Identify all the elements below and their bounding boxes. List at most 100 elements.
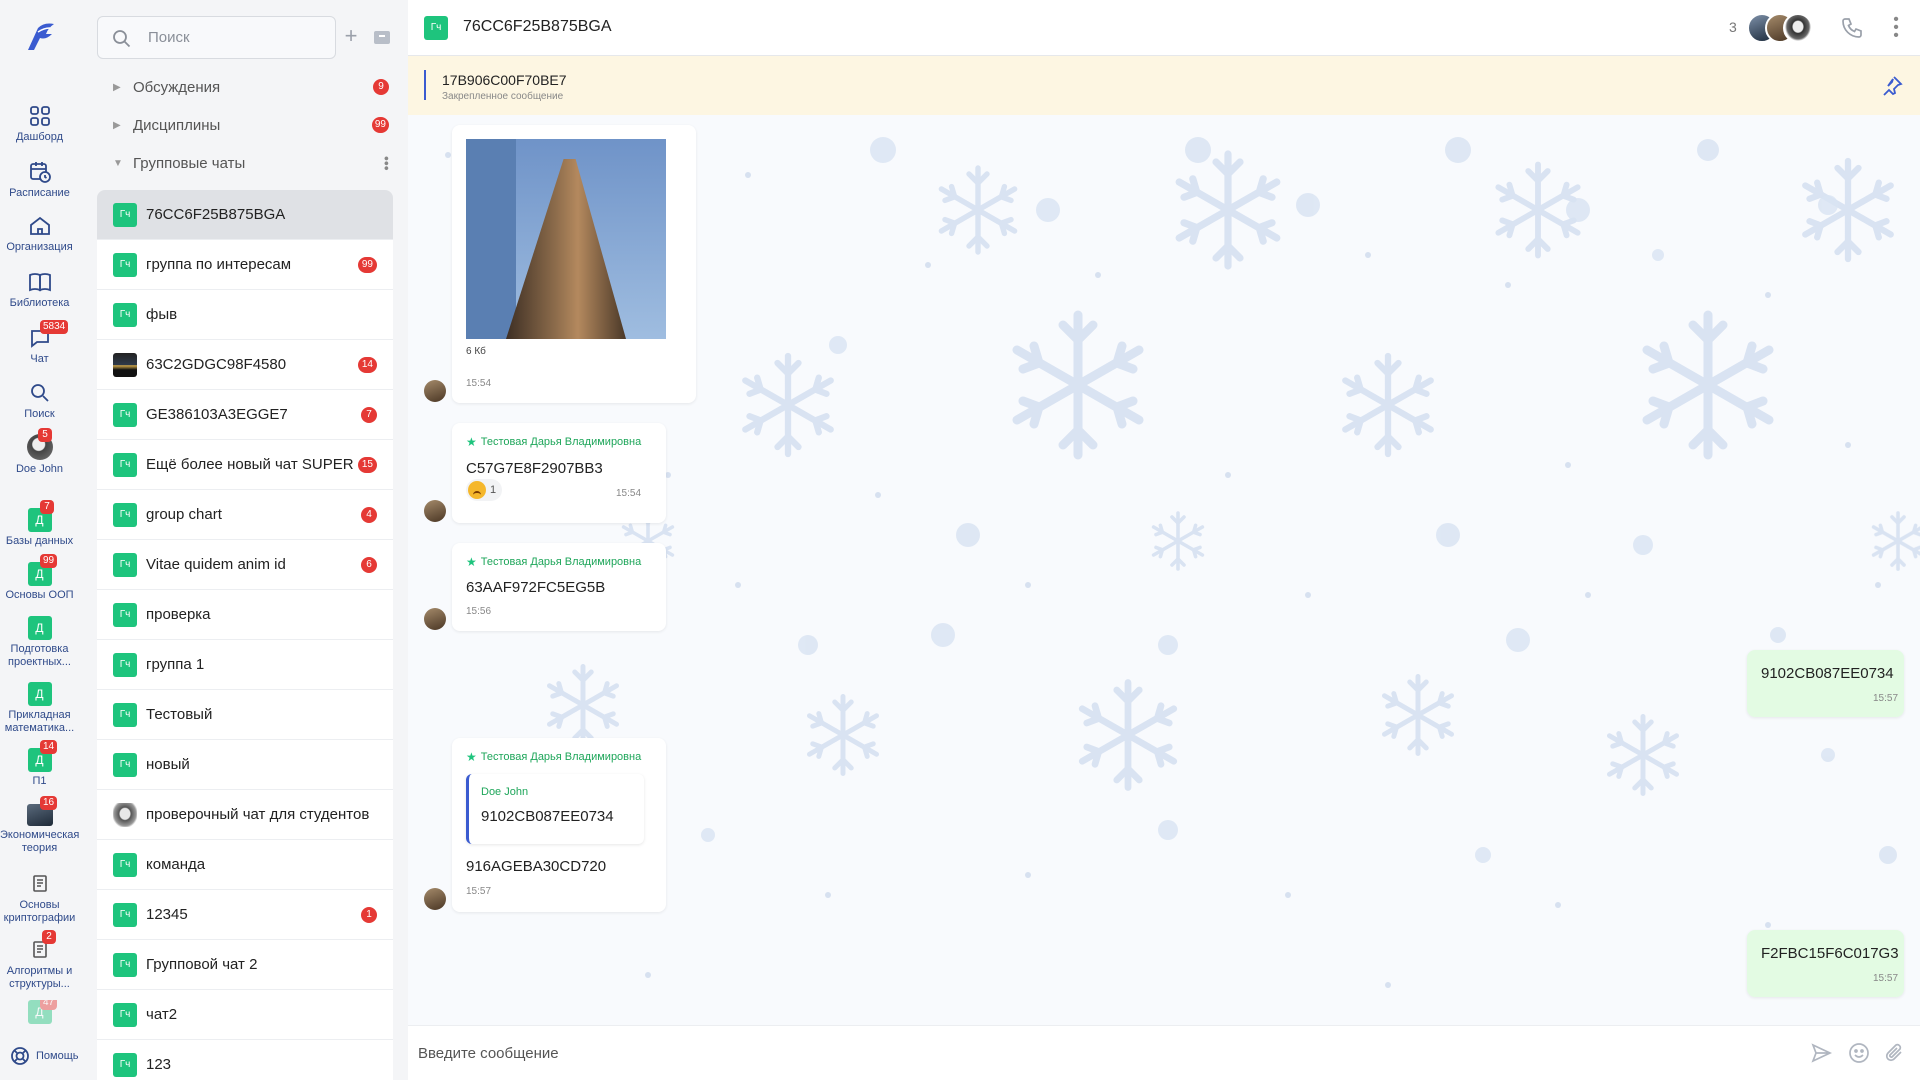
chat-row[interactable]: Гч Ещё более новый чат SUPER 15 (97, 440, 393, 490)
chat-row[interactable]: Гч Vitae quidem anim id 6 (97, 540, 393, 590)
rail-course-applied-math[interactable]: Д Прикладная математика... (0, 682, 79, 735)
message-sender[interactable]: ★ Тестовая Дарья Владимировна (466, 750, 641, 764)
chat-row[interactable]: 63C2GDGC98F4580 14 (97, 340, 393, 390)
app-logo[interactable] (24, 20, 58, 54)
emoji-icon[interactable] (1848, 1042, 1870, 1064)
chat-name: 76CC6F25B875BGA (146, 206, 286, 223)
chat-name: 63C2GDGC98F4580 (146, 356, 287, 373)
rail-label: Базы данных (5, 535, 74, 547)
member-avatar[interactable] (1783, 13, 1813, 43)
group-label: Обсуждения (133, 78, 221, 96)
chat-row[interactable]: Гч 76CC6F25B875BGA (97, 190, 393, 240)
chat-row[interactable]: Гч Групповой чат 2 (97, 940, 393, 990)
chevron-right-icon: ▶ (113, 81, 121, 93)
unread-badge: 14 (40, 740, 58, 754)
message-input[interactable] (418, 1036, 1718, 1070)
chat-row[interactable]: Гч фыв (97, 290, 393, 340)
rail-course-databases[interactable]: Д Базы данных 7 (0, 500, 79, 548)
group-group-chats[interactable]: ▼ Групповые чаты ••• (97, 148, 405, 178)
send-icon[interactable] (1810, 1042, 1832, 1064)
group-discussions[interactable]: ▶ Обсуждения 9 (97, 72, 405, 102)
sender-avatar[interactable] (424, 380, 446, 402)
add-chat-button[interactable]: + (341, 25, 361, 47)
pinned-message[interactable]: 17B906C00F70BE7 Закрепленное сообщение (408, 56, 1920, 115)
chat-avatar: Гч (113, 952, 137, 977)
unread-badge: 1 (361, 906, 377, 923)
unread-badge: 99 (357, 256, 377, 273)
group-disciplines[interactable]: ▶ Дисциплины 99 (97, 110, 405, 140)
rail-course-oop[interactable]: Д Основы ООП 99 (0, 554, 79, 602)
rail-course-p1[interactable]: Д П1 14 (0, 740, 79, 788)
chat-row[interactable]: Гч group chart 4 (97, 490, 393, 540)
message-sender[interactable]: ★ Тестовая Дарья Владимировна (466, 555, 641, 569)
rail-course-economics[interactable]: Экономическая теория 16 (0, 796, 79, 855)
chat-row[interactable]: Гч команда (97, 840, 393, 890)
chat-avatar: Гч (113, 502, 137, 527)
help-button[interactable]: Помощь (10, 1046, 79, 1066)
help-label: Помощь (36, 1050, 79, 1062)
message-image[interactable]: 6 Кб 15:54 (452, 125, 696, 403)
message-sender[interactable]: ★ Тестовая Дарья Владимировна (466, 435, 641, 449)
attachment-icon[interactable] (1884, 1042, 1906, 1064)
chat-name: 123 (146, 1056, 172, 1073)
attached-photo[interactable] (466, 139, 666, 339)
chat-name: Ещё более новый чат SUPER (146, 456, 354, 473)
chat-name: фыв (146, 306, 178, 323)
rail-search[interactable]: Поиск (0, 381, 79, 421)
message-outgoing[interactable]: F2FBC15F6C017G3 15:57 (1747, 930, 1904, 997)
chat-row[interactable]: проверочный чат для студентов (97, 790, 393, 840)
pin-icon[interactable] (1880, 74, 1904, 98)
chat-row[interactable]: Гч новый (97, 740, 393, 790)
rail-profile[interactable]: Doe John 5 (0, 428, 79, 476)
member-count[interactable]: 3 (1729, 19, 1737, 35)
message-text: 916AGEBA30CD720 (466, 858, 607, 875)
rail-library[interactable]: Библиотека (0, 270, 79, 310)
chat-row[interactable]: Гч чат2 (97, 990, 393, 1040)
sender-name: Тестовая Дарья Владимировна (480, 751, 642, 763)
reaction-chip[interactable]: 1 (466, 479, 503, 501)
more-icon[interactable]: ••• (379, 156, 395, 171)
conversation-title[interactable]: 76CC6F25B875BGA (463, 18, 612, 36)
rail-chat[interactable]: Чат 5834 (0, 320, 79, 366)
sender-avatar[interactable] (424, 888, 446, 910)
more-vertical-icon[interactable]: • • • (1888, 12, 1904, 44)
chat-row[interactable]: Гч группа 1 (97, 640, 393, 690)
rail-dashboard[interactable]: Дашборд (0, 104, 79, 144)
sender-avatar[interactable] (424, 608, 446, 630)
rail-label: Расписание (9, 187, 70, 199)
chat-avatar: Гч (113, 202, 137, 227)
search-input[interactable] (148, 17, 328, 58)
building-icon (28, 214, 52, 238)
message-reply[interactable]: ★ Тестовая Дарья Владимировна Doe John 91… (452, 738, 666, 912)
chat-name: проверочный чат для студентов (146, 806, 370, 823)
message-outgoing[interactable]: 9102CB087EE0734 15:57 (1747, 650, 1904, 717)
rail-course-projects[interactable]: Д Подготовка проектных... (0, 616, 79, 669)
chat-row[interactable]: Гч Тестовый (97, 690, 393, 740)
rail-course-crypto[interactable]: Основы криптографии (0, 872, 79, 925)
phone-icon[interactable] (1840, 16, 1864, 40)
chat-row[interactable]: Гч 12345 1 (97, 890, 393, 940)
chat-row[interactable]: Гч проверка (97, 590, 393, 640)
chat-row[interactable]: Гч группа по интересам 99 (97, 240, 393, 290)
quoted-text: 9102CB087EE0734 (481, 808, 614, 825)
rail-course-more[interactable]: Д 47 (0, 1000, 79, 1024)
message-text: 63AAF972FC5EG5B (466, 579, 606, 596)
chat-name: группа 1 (146, 656, 205, 673)
archive-icon[interactable] (373, 28, 391, 46)
search-box[interactable] (97, 16, 336, 59)
unread-badge: 99 (40, 554, 58, 568)
unread-badge: 4 (361, 506, 377, 523)
quoted-message[interactable]: Doe John 9102CB087EE0734 (466, 774, 644, 844)
rail-schedule[interactable]: Расписание (0, 160, 79, 200)
star-icon: ★ (466, 555, 477, 569)
sender-avatar[interactable] (424, 500, 446, 522)
message[interactable]: ★ Тестовая Дарья Владимировна 63AAF972FC5… (452, 543, 666, 631)
pinned-text: 17B906C00F70BE7 (442, 72, 567, 88)
chat-row[interactable]: Гч GE386103A3EGGE7 7 (97, 390, 393, 440)
message[interactable]: ★ Тестовая Дарья Владимировна C57G7E8F290… (452, 423, 666, 523)
rail-organization[interactable]: Организация (0, 214, 79, 254)
rail-course-algorithms[interactable]: Алгоритмы и структуры... 2 (0, 930, 79, 991)
file-size: 6 Кб (466, 346, 486, 357)
chat-row[interactable]: Гч 123 (97, 1040, 393, 1080)
star-icon: ★ (466, 750, 477, 764)
